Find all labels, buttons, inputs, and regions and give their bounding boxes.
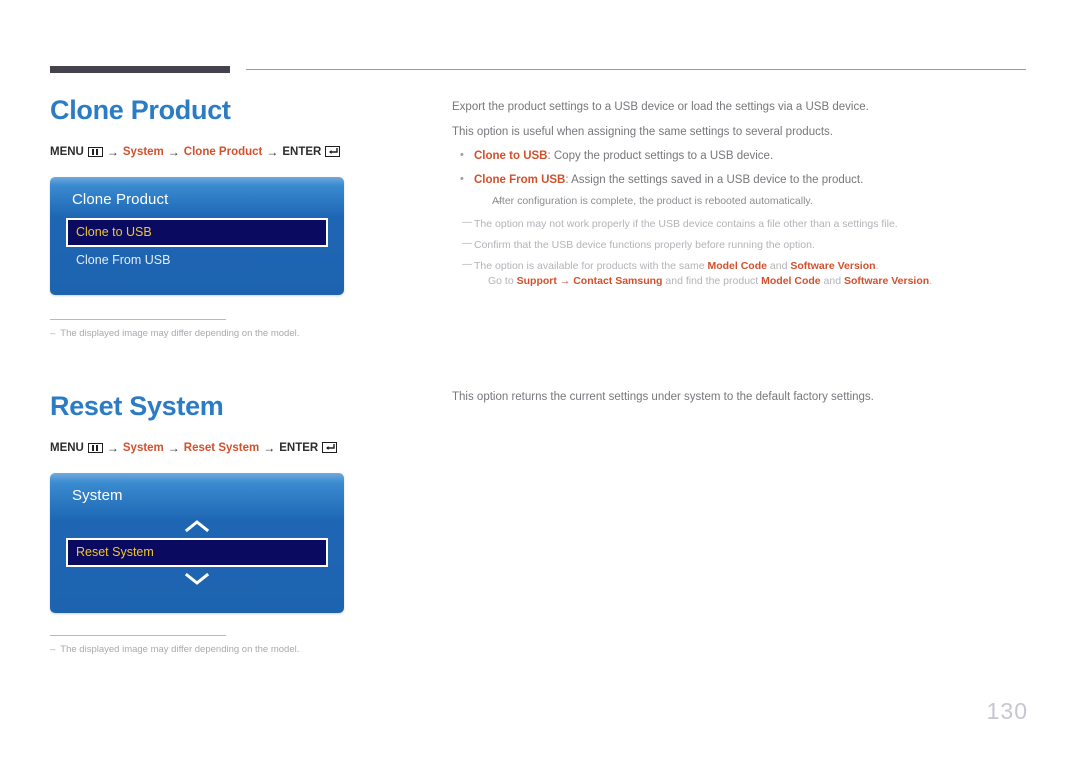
- menu-path-enter-label-2: ENTER: [279, 441, 319, 454]
- menu-path-step-clone-product: Clone Product: [183, 145, 263, 158]
- bullet-text-clone-from-usb: : Assign the settings saved in a USB dev…: [565, 173, 864, 186]
- note-confirm-usb-text: Confirm that the USB device functions pr…: [474, 238, 815, 251]
- footnote-dash-2: –: [50, 643, 56, 655]
- note-support-p1: Go to: [488, 275, 517, 288]
- osd-item-clone-to-usb[interactable]: Clone to USB: [66, 217, 328, 247]
- menu-path-step-reset-system: Reset System: [183, 441, 260, 454]
- menu-path-clone-product: MENU → System → Clone Product → ENTER: [50, 145, 430, 159]
- note-model-code-p1: The option is available for products wit…: [474, 260, 708, 273]
- note-model-code: The option is available for products wit…: [452, 258, 1032, 289]
- bullet-list-clone-options: Clone to USB: Copy the product settings …: [452, 148, 1032, 209]
- note-support-bold-version: Software Version: [843, 275, 930, 288]
- note-support-bold-model: Model Code: [761, 275, 821, 288]
- header-rules: [50, 66, 1026, 74]
- osd-widget-clone-product[interactable]: Clone Product Clone to USB Clone From US…: [50, 176, 344, 296]
- arrow-icon-support: →: [556, 275, 574, 288]
- menu-bars-icon: [87, 146, 103, 157]
- note-usb-file: The option may not work properly if the …: [452, 216, 1032, 232]
- note-support-bold-support: Support: [516, 275, 557, 288]
- menu-path-step-system: System: [122, 145, 164, 158]
- description-paragraph-2: This option is useful when assigning the…: [452, 125, 833, 138]
- note-model-code-p2: and: [766, 260, 791, 273]
- menu-path-reset-system: MENU → System → Reset System → ENTER: [50, 441, 430, 455]
- arrow-icon-2: →: [167, 144, 180, 159]
- note-model-code-bold-1: Model Code: [707, 260, 767, 273]
- chevron-up-icon[interactable]: [66, 514, 328, 538]
- bullet-label-clone-from-usb: Clone From USB: [474, 173, 566, 186]
- subnote-reboot-text: After configuration is complete, the pro…: [492, 195, 813, 208]
- menu-path-menu-label-2: MENU: [50, 441, 84, 454]
- page-number: 130: [986, 698, 1028, 724]
- note-model-code-bold-2: Software Version: [790, 260, 876, 273]
- osd-item-clone-from-usb[interactable]: Clone From USB: [66, 247, 328, 274]
- osd-widget-system[interactable]: System Reset System: [50, 472, 344, 613]
- footnote-body-1: The displayed image may differ depending…: [60, 328, 300, 340]
- bullet-label-clone-to-usb: Clone to USB: [474, 150, 548, 163]
- footnote-section-1: – The displayed image may differ dependi…: [50, 319, 350, 340]
- note-support-line: Go to Support → Contact Samsung and find…: [474, 274, 1032, 289]
- osd-item-reset-system[interactable]: Reset System: [66, 537, 328, 567]
- note-support-p4: .: [929, 275, 933, 288]
- arrow-icon-5: →: [167, 440, 180, 455]
- section-1-right-column: Export the product settings to a USB dev…: [452, 100, 1032, 296]
- footnote-text-1: – The displayed image may differ dependi…: [50, 327, 350, 340]
- note-model-code-p3: .: [875, 260, 879, 273]
- footnote-divider-1: [50, 319, 226, 321]
- enter-return-icon-2: [322, 442, 338, 454]
- note-support-p3: and: [820, 275, 844, 288]
- osd-item-list-clone-product: Clone to USB Clone From USB: [50, 217, 344, 296]
- arrow-icon-1: →: [106, 144, 119, 159]
- manual-page: Clone Product MENU → System → Clone Prod…: [0, 0, 1080, 763]
- osd-title-system: System: [72, 486, 123, 504]
- arrow-icon-4: →: [106, 440, 119, 455]
- section-2-left-column: Reset System MENU → System → Reset Syste…: [50, 391, 430, 656]
- note-support-p2: and find the product: [662, 275, 762, 288]
- arrow-icon-6: →: [263, 440, 276, 455]
- note-usb-file-text: The option may not work properly if the …: [474, 217, 898, 230]
- osd-title-clone-product: Clone Product: [72, 190, 169, 208]
- note-support-bold-contact: Contact Samsung: [573, 275, 663, 288]
- note-confirm-usb: Confirm that the USB device functions pr…: [452, 237, 1032, 253]
- footnote-dash-1: –: [50, 328, 56, 340]
- menu-bars-icon-2: [87, 442, 103, 453]
- page-title-clone-product: Clone Product: [50, 95, 231, 125]
- menu-path-menu-label: MENU: [50, 145, 84, 158]
- list-item-clone-to-usb: Clone to USB: Copy the product settings …: [452, 148, 1032, 165]
- footnote-section-2: – The displayed image may differ dependi…: [50, 634, 350, 656]
- header-rule-thin: [246, 69, 1026, 70]
- section-1-left-column: Clone Product MENU → System → Clone Prod…: [50, 95, 430, 341]
- page-title-reset-system: Reset System: [50, 391, 224, 421]
- bullet-text-clone-to-usb: : Copy the product settings to a USB dev…: [547, 150, 774, 163]
- description-paragraph-reset-system: This option returns the current settings…: [452, 391, 874, 403]
- chevron-down-icon[interactable]: [66, 567, 328, 591]
- arrow-icon-3: →: [266, 144, 279, 159]
- subnote-reboot: After configuration is complete, the pro…: [474, 194, 1032, 209]
- section-2-right-column: This option returns the current settings…: [452, 390, 1032, 415]
- menu-path-enter-label: ENTER: [282, 145, 322, 158]
- osd-item-list-system: Reset System: [50, 514, 344, 613]
- footnote-body-2: The displayed image may differ depending…: [60, 643, 300, 655]
- footnote-divider-2: [50, 634, 226, 636]
- description-paragraph-1: Export the product settings to a USB dev…: [452, 101, 869, 113]
- footnote-text-2: – The displayed image may differ dependi…: [50, 643, 350, 656]
- menu-path-step-system-2: System: [122, 441, 164, 454]
- enter-return-icon: [325, 146, 341, 158]
- list-item-clone-from-usb: Clone From USB: Assign the settings save…: [452, 172, 1032, 209]
- header-rule-thick: [50, 66, 230, 73]
